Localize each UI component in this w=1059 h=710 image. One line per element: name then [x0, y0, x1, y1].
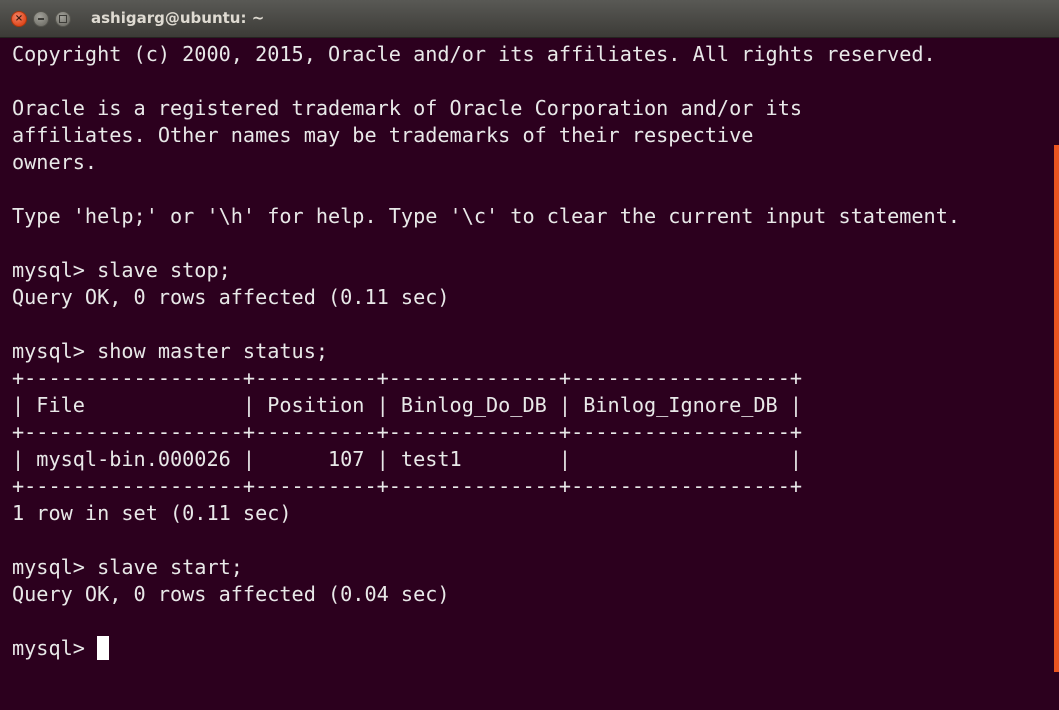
- terminal-line: 1 row in set (0.11 sec): [12, 501, 292, 525]
- maximize-icon[interactable]: [55, 11, 71, 27]
- table-border: +------------------+----------+---------…: [12, 420, 803, 444]
- close-icon[interactable]: ×: [11, 11, 27, 27]
- terminal-line: owners.: [12, 150, 98, 174]
- table-row: | mysql-bin.000026 | 107 | test1 | |: [12, 447, 803, 471]
- terminal-line: Query OK, 0 rows affected (0.04 sec): [12, 582, 450, 606]
- minimize-icon[interactable]: [33, 11, 49, 27]
- terminal-line: mysql> slave start;: [12, 555, 243, 579]
- terminal-line: Type 'help;' or '\h' for help. Type '\c'…: [12, 204, 961, 228]
- text-cursor: [97, 636, 110, 660]
- terminal-line: Oracle is a registered trademark of Orac…: [12, 96, 803, 120]
- table-border: +------------------+----------+---------…: [12, 366, 803, 390]
- command-prompt[interactable]: mysql>: [12, 635, 110, 661]
- title-bar[interactable]: × ashigarg@ubuntu: ~: [0, 0, 1059, 38]
- terminal-line: affiliates. Other names may be trademark…: [12, 123, 754, 147]
- table-header-row: | File | Position | Binlog_Do_DB | Binlo…: [12, 393, 803, 417]
- terminal-line: Query OK, 0 rows affected (0.11 sec): [12, 285, 450, 309]
- prompt-text: mysql>: [12, 636, 98, 660]
- terminal-line: mysql> show master status;: [12, 339, 329, 363]
- scrollbar[interactable]: [1054, 145, 1059, 672]
- terminal-line: mysql> slave stop;: [12, 258, 231, 282]
- table-border: +------------------+----------+---------…: [12, 474, 803, 498]
- terminal-line: Copyright (c) 2000, 2015, Oracle and/or …: [12, 42, 936, 66]
- window-title: ashigarg@ubuntu: ~: [91, 9, 265, 27]
- terminal-window: × ashigarg@ubuntu: ~ Copyright (c) 2000,…: [0, 0, 1059, 710]
